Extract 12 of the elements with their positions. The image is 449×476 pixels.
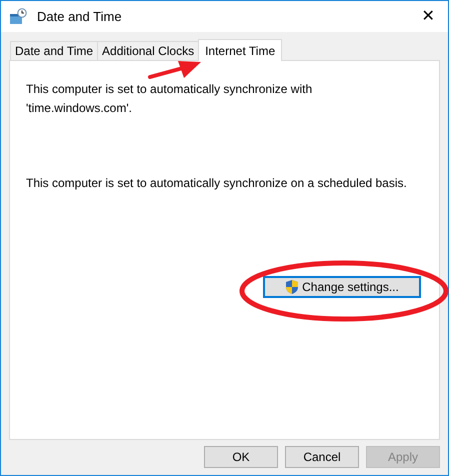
close-button[interactable]: ✕ (408, 1, 448, 32)
tab[interactable]: Date and Time (10, 41, 98, 60)
change-settings-button[interactable]: Change settings... (263, 276, 421, 298)
shield-icon (285, 279, 300, 295)
tab[interactable]: Internet Time (198, 39, 282, 61)
window-title: Date and Time (37, 8, 122, 26)
dialog-button[interactable]: Cancel (285, 446, 359, 468)
dialog-button[interactable]: OK (204, 446, 278, 468)
calendar-clock-icon (9, 8, 27, 26)
schedule-text: This computer is set to automatically synchronize on a scheduled basis. (26, 175, 408, 192)
sync-server-text: This computer is set to automatically synchronize with 'time.windows.com'. (26, 81, 314, 117)
arrow-annotation (147, 61, 203, 80)
